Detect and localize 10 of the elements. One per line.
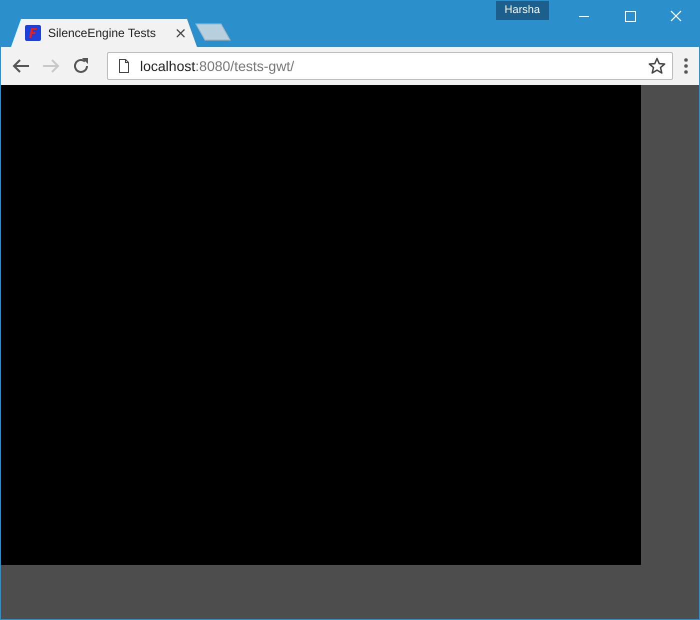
address-bar[interactable]: localhost:8080/tests-gwt/ <box>107 52 673 80</box>
menu-icon[interactable] <box>681 56 691 76</box>
profile-button[interactable]: Harsha <box>496 1 549 20</box>
browser-tab[interactable]: SilenceEngine Tests × <box>11 19 197 47</box>
close-tab-button[interactable]: × <box>174 24 187 42</box>
url-text: localhost:8080/tests-gwt/ <box>140 58 294 74</box>
tab-title: SilenceEngine Tests <box>48 26 157 40</box>
star-icon[interactable] <box>648 57 666 75</box>
favicon-icon <box>25 25 41 41</box>
page-icon <box>118 59 130 73</box>
